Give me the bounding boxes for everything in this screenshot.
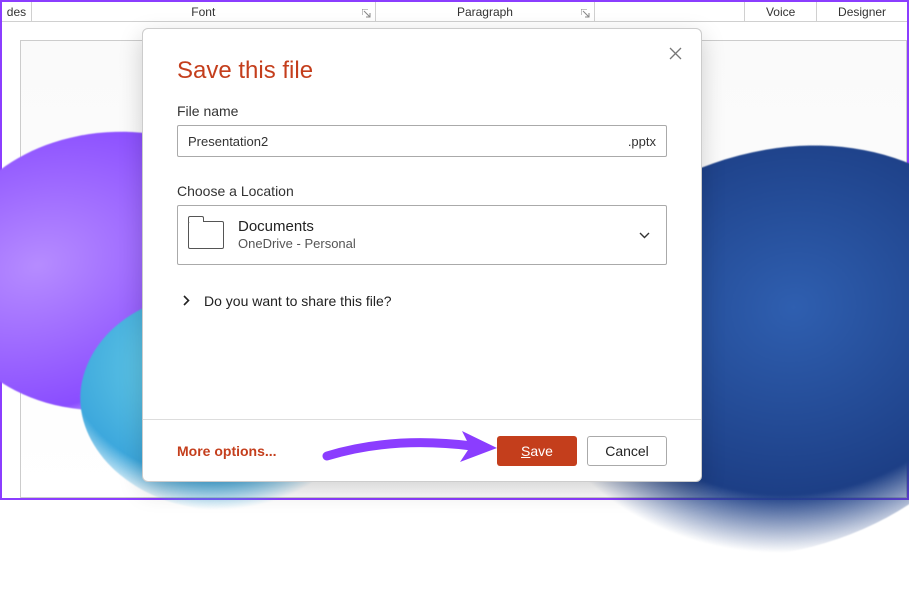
dialog-body: File name .pptx Choose a Location Docume… <box>143 91 701 419</box>
location-text: Documents OneDrive - Personal <box>238 218 639 252</box>
chevron-down-icon <box>639 228 650 242</box>
more-options-link[interactable]: More options... <box>177 443 277 459</box>
filename-label: File name <box>177 103 667 119</box>
dialog-launcher-icon[interactable] <box>362 9 371 20</box>
save-dialog: Save this file File name .pptx Choose a … <box>142 28 702 482</box>
dialog-header: Save this file <box>143 29 701 91</box>
dialog-launcher-icon[interactable] <box>581 9 590 20</box>
ribbon-label: Voice <box>766 5 795 19</box>
ribbon-label: des <box>7 5 26 19</box>
ribbon-group-designer[interactable]: Designer <box>817 2 907 21</box>
filename-field[interactable]: .pptx <box>177 125 667 157</box>
filename-input[interactable] <box>188 134 628 149</box>
cancel-button[interactable]: Cancel <box>587 436 667 466</box>
share-expander[interactable]: Do you want to share this file? <box>177 293 667 309</box>
ribbon-label: Designer <box>838 5 886 19</box>
location-dropdown[interactable]: Documents OneDrive - Personal <box>177 205 667 265</box>
ribbon: des Font Paragraph Voice Designer <box>2 2 907 22</box>
dialog-title: Save this file <box>177 57 667 85</box>
dialog-footer: More options... Save Cancel <box>143 419 701 481</box>
close-button[interactable] <box>665 43 685 63</box>
ribbon-group-slides[interactable]: des <box>2 2 32 21</box>
share-prompt: Do you want to share this file? <box>204 293 392 309</box>
location-sub: OneDrive - Personal <box>238 236 639 252</box>
ribbon-group-paragraph[interactable]: Paragraph <box>376 2 596 21</box>
ribbon-group-font[interactable]: Font <box>32 2 376 21</box>
ribbon-group-blank <box>595 2 745 21</box>
ribbon-label: Paragraph <box>457 5 513 19</box>
file-extension: .pptx <box>628 134 656 149</box>
ribbon-group-voice[interactable]: Voice <box>745 2 817 21</box>
close-icon <box>669 47 682 60</box>
ribbon-label: Font <box>191 5 215 19</box>
folder-icon <box>188 221 224 249</box>
location-name: Documents <box>238 218 639 236</box>
chevron-right-icon <box>183 293 190 309</box>
location-label: Choose a Location <box>177 183 667 199</box>
save-button[interactable]: Save <box>497 436 577 466</box>
